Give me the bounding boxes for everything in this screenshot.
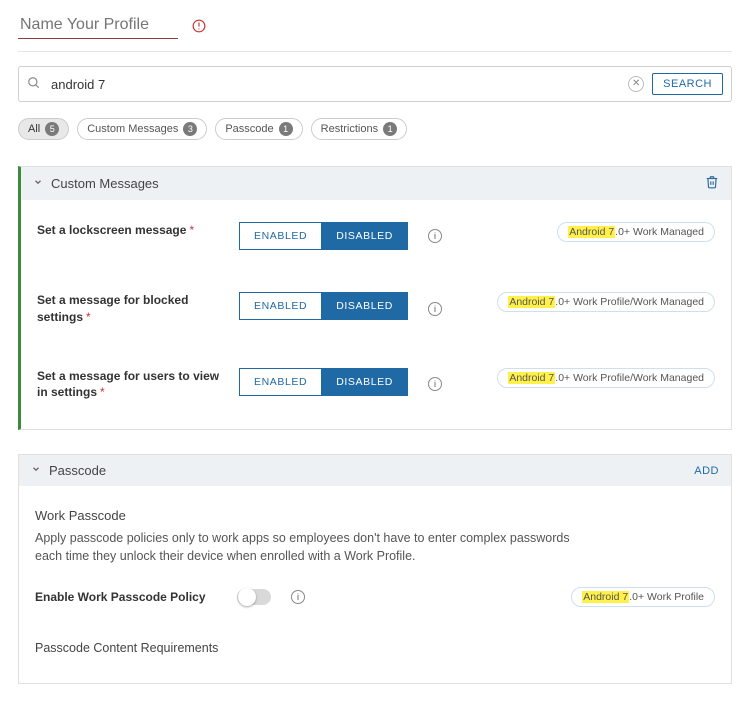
required-marker: * xyxy=(100,385,105,399)
panel-header[interactable]: Custom Messages xyxy=(21,167,731,200)
enabled-button[interactable]: ENABLED xyxy=(239,368,321,396)
search-bar: ✕ SEARCH xyxy=(18,66,732,102)
filter-chip-count: 1 xyxy=(383,122,397,136)
info-icon[interactable]: i xyxy=(428,302,442,316)
add-button[interactable]: ADD xyxy=(694,465,719,477)
section-subtitle: Passcode Content Requirements xyxy=(35,641,715,655)
filter-chip-count: 5 xyxy=(45,122,59,136)
search-button[interactable]: SEARCH xyxy=(652,73,723,95)
info-icon[interactable]: i xyxy=(428,229,442,243)
filter-chip-custom-messages[interactable]: Custom Messages 3 xyxy=(77,118,207,140)
platform-tag: Android 7.0+ Work Profile/Work Managed xyxy=(497,368,715,388)
trash-icon[interactable] xyxy=(705,175,719,192)
chevron-down-icon xyxy=(31,462,41,477)
enabled-button[interactable]: ENABLED xyxy=(239,222,321,250)
filter-chip-row: All 5 Custom Messages 3 Passcode 1 Restr… xyxy=(18,118,732,140)
setting-label: Set a lockscreen message* xyxy=(37,222,227,239)
setting-label: Set a message for blocked settings* xyxy=(37,292,227,326)
filter-chip-label: All xyxy=(28,123,40,135)
work-passcode-toggle[interactable] xyxy=(237,589,271,605)
info-icon[interactable]: i xyxy=(291,590,305,604)
enabled-disabled-toggle: ENABLED DISABLED xyxy=(239,292,408,320)
required-marker: * xyxy=(86,310,91,324)
divider xyxy=(18,51,732,52)
setting-row: Enable Work Passcode Policy i Android 7.… xyxy=(35,587,715,607)
panel-title: Custom Messages xyxy=(51,176,159,191)
section-description: Apply passcode policies only to work app… xyxy=(35,529,595,565)
filter-chip-all[interactable]: All 5 xyxy=(18,118,69,140)
setting-label: Set a message for users to view in setti… xyxy=(37,368,227,402)
filter-chip-count: 3 xyxy=(183,122,197,136)
platform-tag: Android 7.0+ Work Profile xyxy=(571,587,715,607)
chevron-down-icon xyxy=(33,175,43,190)
warning-icon xyxy=(192,19,206,33)
enabled-disabled-toggle: ENABLED DISABLED xyxy=(239,222,408,250)
search-input[interactable] xyxy=(49,76,620,93)
disabled-button[interactable]: DISABLED xyxy=(321,368,408,396)
filter-chip-count: 1 xyxy=(279,122,293,136)
panel-passcode: Passcode ADD Work Passcode Apply passcod… xyxy=(18,454,732,684)
setting-label: Enable Work Passcode Policy xyxy=(35,589,225,606)
disabled-button[interactable]: DISABLED xyxy=(321,292,408,320)
panel-custom-messages: Custom Messages Set a lockscreen message… xyxy=(18,166,732,430)
enabled-button[interactable]: ENABLED xyxy=(239,292,321,320)
panel-title: Passcode xyxy=(49,463,106,478)
search-icon xyxy=(27,76,41,93)
section-subtitle: Work Passcode xyxy=(35,508,715,523)
platform-tag: Android 7.0+ Work Managed xyxy=(557,222,715,242)
disabled-button[interactable]: DISABLED xyxy=(321,222,408,250)
required-marker: * xyxy=(189,223,194,237)
clear-search-icon[interactable]: ✕ xyxy=(628,76,644,92)
panel-header[interactable]: Passcode ADD xyxy=(19,455,731,486)
filter-chip-label: Restrictions xyxy=(321,123,378,135)
filter-chip-label: Passcode xyxy=(225,123,273,135)
profile-name-input[interactable] xyxy=(18,12,178,39)
setting-row: Set a lockscreen message* ENABLED DISABL… xyxy=(37,222,715,250)
setting-row: Set a message for blocked settings* ENAB… xyxy=(37,292,715,326)
platform-tag: Android 7.0+ Work Profile/Work Managed xyxy=(497,292,715,312)
filter-chip-passcode[interactable]: Passcode 1 xyxy=(215,118,302,140)
enabled-disabled-toggle: ENABLED DISABLED xyxy=(239,368,408,396)
filter-chip-restrictions[interactable]: Restrictions 1 xyxy=(311,118,407,140)
setting-row: Set a message for users to view in setti… xyxy=(37,368,715,402)
info-icon[interactable]: i xyxy=(428,377,442,391)
filter-chip-label: Custom Messages xyxy=(87,123,178,135)
